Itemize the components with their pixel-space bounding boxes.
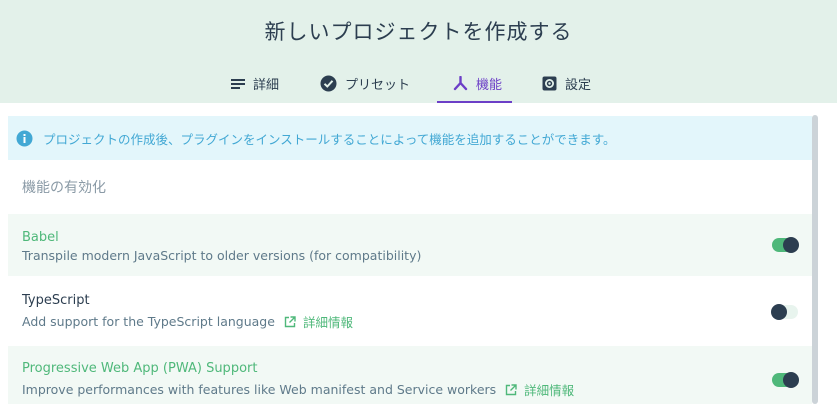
tab-features[interactable]: 機能 (437, 66, 513, 103)
toggle-knob (783, 237, 799, 253)
feature-description: Improve performances with features like … (22, 380, 574, 399)
section-title: 機能の有効化 (22, 180, 106, 196)
more-info-link[interactable]: 詳細情報 (505, 380, 574, 399)
tab-label: プリセット (345, 78, 411, 93)
feature-description-text: Add support for the TypeScript language (22, 314, 275, 329)
tab-bar: 詳細 プリセット 機能 設定 (0, 66, 837, 103)
toggle-knob (783, 372, 799, 388)
tab-label: 機能 (476, 78, 503, 93)
tab-presets[interactable]: プリセット (320, 66, 410, 101)
more-info-label: 詳細情報 (524, 383, 575, 398)
feature-row-typescript: TypeScript Add support for the TypeScrip… (8, 280, 812, 342)
info-banner: プロジェクトの作成後、プラグインをインストールすることによって機能を追加すること… (8, 116, 812, 160)
check-circle-icon (320, 75, 337, 92)
page-title: 新しいプロジェクトを作成する (264, 20, 573, 44)
merge-icon (453, 76, 468, 91)
info-text: プロジェクトの作成後、プラグインをインストールすることによって機能を追加すること… (43, 131, 616, 147)
feature-name: Progressive Web App (PWA) Support (22, 361, 258, 376)
settings-icon (542, 76, 557, 91)
tab-label: 詳細 (253, 78, 280, 93)
scrollbar[interactable] (812, 115, 818, 404)
feature-row-pwa: Progressive Web App (PWA) Support Improv… (8, 346, 812, 404)
list-icon (231, 78, 245, 90)
feature-description-text: Improve performances with features like … (22, 382, 497, 397)
more-info-link[interactable]: 詳細情報 (284, 312, 353, 331)
feature-toggle-pwa[interactable] (772, 372, 799, 388)
feature-name: Babel (22, 230, 59, 245)
header: 新しいプロジェクトを作成する 詳細 プリセット 機能 設定 (0, 0, 837, 103)
feature-row-babel: Babel Transpile modern JavaScript to old… (8, 214, 812, 276)
toggle-knob (771, 304, 787, 320)
feature-toggle-typescript[interactable] (771, 304, 798, 320)
external-link-icon (284, 315, 296, 328)
tab-details[interactable]: 詳細 (231, 66, 279, 101)
feature-description: Add support for the TypeScript language … (22, 312, 353, 331)
tab-label: 設定 (565, 78, 592, 93)
external-link-icon (505, 383, 517, 396)
feature-description: Transpile modern JavaScript to older ver… (22, 248, 422, 263)
feature-toggle-babel[interactable] (772, 237, 799, 253)
info-icon (16, 130, 33, 147)
more-info-label: 詳細情報 (302, 315, 353, 330)
feature-name: TypeScript (22, 293, 90, 308)
tab-settings[interactable]: 設定 (542, 66, 591, 101)
